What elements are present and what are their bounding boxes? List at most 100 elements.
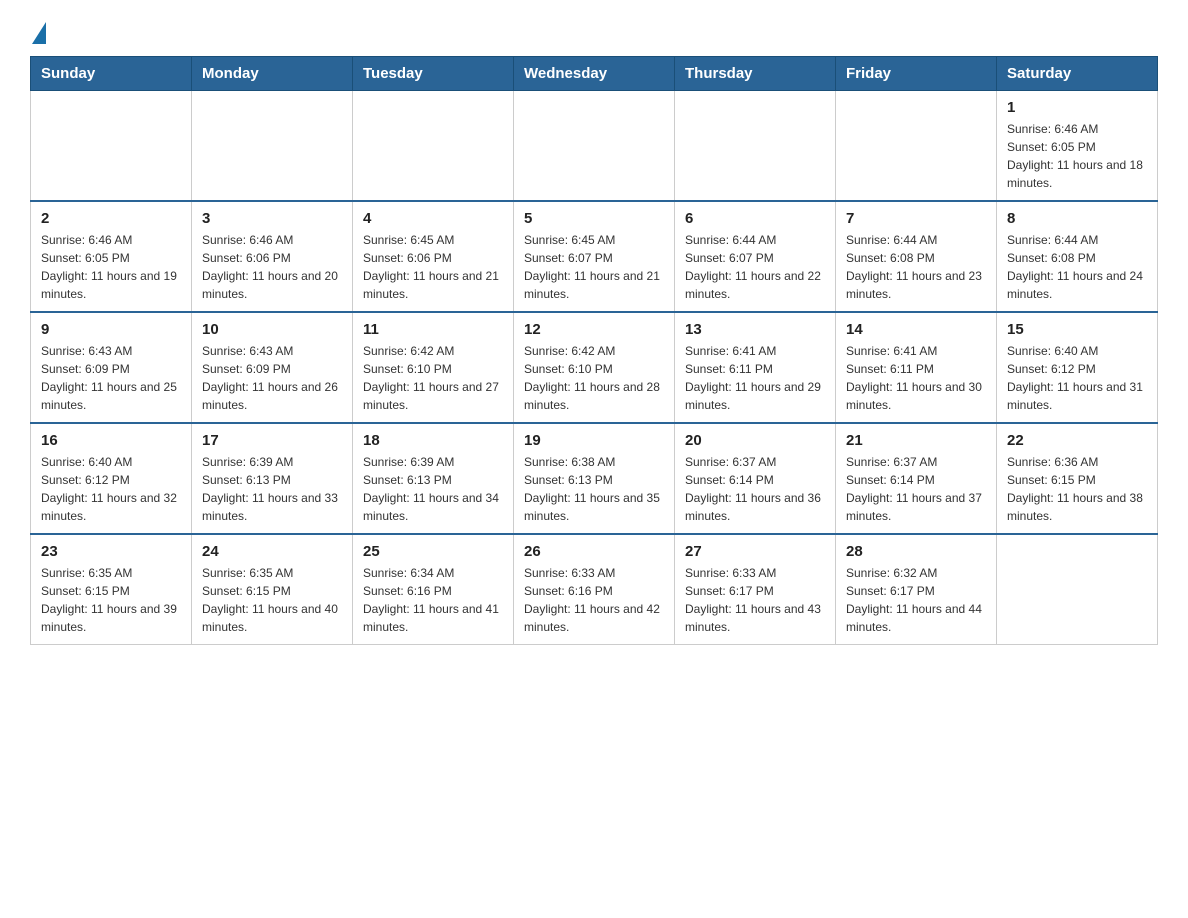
day-cell: 22 Sunrise: 6:36 AMSunset: 6:15 PMDayligh… bbox=[997, 423, 1158, 534]
day-cell: 14Sunrise: 6:41 AMSunset: 6:11 PMDayligh… bbox=[836, 312, 997, 423]
day-cell: 4 Sunrise: 6:45 AMSunset: 6:06 PMDaylight… bbox=[353, 201, 514, 312]
day-cell: 21 Sunrise: 6:37 AMSunset: 6:14 PMDayligh… bbox=[836, 423, 997, 534]
week-row-3: 9 Sunrise: 6:43 AMSunset: 6:09 PMDaylight… bbox=[31, 312, 1158, 423]
logo bbox=[30, 20, 46, 40]
day-info: Sunrise: 6:41 AMSunset: 6:11 PMDaylight:… bbox=[846, 342, 986, 414]
day-number: 7 bbox=[846, 210, 986, 227]
day-cell bbox=[31, 91, 192, 202]
day-number: 18 bbox=[363, 432, 503, 449]
day-number: 19 bbox=[524, 432, 664, 449]
day-cell: 28 Sunrise: 6:32 AMSunset: 6:17 PMDayligh… bbox=[836, 534, 997, 645]
day-cell bbox=[514, 91, 675, 202]
day-cell: 13 Sunrise: 6:41 AMSunset: 6:11 PMDayligh… bbox=[675, 312, 836, 423]
day-cell: 6 Sunrise: 6:44 AMSunset: 6:07 PMDaylight… bbox=[675, 201, 836, 312]
day-number: 21 bbox=[846, 432, 986, 449]
day-info: Sunrise: 6:39 AMSunset: 6:13 PMDaylight:… bbox=[363, 453, 503, 525]
day-number: 2 bbox=[41, 210, 181, 227]
day-number: 9 bbox=[41, 321, 181, 338]
day-info: Sunrise: 6:46 AMSunset: 6:06 PMDaylight:… bbox=[202, 231, 342, 303]
day-number: 10 bbox=[202, 321, 342, 338]
day-number: 24 bbox=[202, 543, 342, 560]
weekday-header-thursday: Thursday bbox=[675, 57, 836, 91]
day-number: 1 bbox=[1007, 99, 1147, 116]
day-info: Sunrise: 6:37 AMSunset: 6:14 PMDaylight:… bbox=[685, 453, 825, 525]
day-info: Sunrise: 6:45 AMSunset: 6:06 PMDaylight:… bbox=[363, 231, 503, 303]
day-cell: 20 Sunrise: 6:37 AMSunset: 6:14 PMDayligh… bbox=[675, 423, 836, 534]
day-cell: 18 Sunrise: 6:39 AMSunset: 6:13 PMDayligh… bbox=[353, 423, 514, 534]
day-info: Sunrise: 6:32 AMSunset: 6:17 PMDaylight:… bbox=[846, 564, 986, 636]
day-number: 6 bbox=[685, 210, 825, 227]
day-info: Sunrise: 6:36 AMSunset: 6:15 PMDaylight:… bbox=[1007, 453, 1147, 525]
day-info: Sunrise: 6:43 AMSunset: 6:09 PMDaylight:… bbox=[202, 342, 342, 414]
day-cell: 16 Sunrise: 6:40 AMSunset: 6:12 PMDayligh… bbox=[31, 423, 192, 534]
day-cell bbox=[353, 91, 514, 202]
day-number: 25 bbox=[363, 543, 503, 560]
day-number: 26 bbox=[524, 543, 664, 560]
day-info: Sunrise: 6:35 AMSunset: 6:15 PMDaylight:… bbox=[202, 564, 342, 636]
day-cell: 8 Sunrise: 6:44 AMSunset: 6:08 PMDaylight… bbox=[997, 201, 1158, 312]
day-info: Sunrise: 6:44 AMSunset: 6:08 PMDaylight:… bbox=[846, 231, 986, 303]
day-cell: 3 Sunrise: 6:46 AMSunset: 6:06 PMDaylight… bbox=[192, 201, 353, 312]
day-cell: 7 Sunrise: 6:44 AMSunset: 6:08 PMDaylight… bbox=[836, 201, 997, 312]
day-info: Sunrise: 6:40 AMSunset: 6:12 PMDaylight:… bbox=[1007, 342, 1147, 414]
day-info: Sunrise: 6:38 AMSunset: 6:13 PMDaylight:… bbox=[524, 453, 664, 525]
day-cell: 23Sunrise: 6:35 AMSunset: 6:15 PMDayligh… bbox=[31, 534, 192, 645]
day-info: Sunrise: 6:44 AMSunset: 6:07 PMDaylight:… bbox=[685, 231, 825, 303]
day-info: Sunrise: 6:37 AMSunset: 6:14 PMDaylight:… bbox=[846, 453, 986, 525]
day-number: 15 bbox=[1007, 321, 1147, 338]
weekday-header-saturday: Saturday bbox=[997, 57, 1158, 91]
day-cell: 26Sunrise: 6:33 AMSunset: 6:16 PMDayligh… bbox=[514, 534, 675, 645]
weekday-header-row: SundayMondayTuesdayWednesdayThursdayFrid… bbox=[31, 57, 1158, 91]
weekday-header-friday: Friday bbox=[836, 57, 997, 91]
day-number: 17 bbox=[202, 432, 342, 449]
day-cell bbox=[675, 91, 836, 202]
day-info: Sunrise: 6:42 AMSunset: 6:10 PMDaylight:… bbox=[363, 342, 503, 414]
day-number: 20 bbox=[685, 432, 825, 449]
day-cell: 19 Sunrise: 6:38 AMSunset: 6:13 PMDayligh… bbox=[514, 423, 675, 534]
day-info: Sunrise: 6:42 AMSunset: 6:10 PMDaylight:… bbox=[524, 342, 664, 414]
day-info: Sunrise: 6:43 AMSunset: 6:09 PMDaylight:… bbox=[41, 342, 181, 414]
day-info: Sunrise: 6:44 AMSunset: 6:08 PMDaylight:… bbox=[1007, 231, 1147, 303]
day-number: 28 bbox=[846, 543, 986, 560]
day-number: 27 bbox=[685, 543, 825, 560]
day-cell bbox=[192, 91, 353, 202]
day-number: 12 bbox=[524, 321, 664, 338]
day-cell: 15 Sunrise: 6:40 AMSunset: 6:12 PMDayligh… bbox=[997, 312, 1158, 423]
day-number: 16 bbox=[41, 432, 181, 449]
day-cell bbox=[836, 91, 997, 202]
logo-top bbox=[30, 20, 46, 44]
calendar-table: SundayMondayTuesdayWednesdayThursdayFrid… bbox=[30, 56, 1158, 645]
day-cell: 12 Sunrise: 6:42 AMSunset: 6:10 PMDayligh… bbox=[514, 312, 675, 423]
day-info: Sunrise: 6:39 AMSunset: 6:13 PMDaylight:… bbox=[202, 453, 342, 525]
day-info: Sunrise: 6:33 AMSunset: 6:17 PMDaylight:… bbox=[685, 564, 825, 636]
weekday-header-sunday: Sunday bbox=[31, 57, 192, 91]
day-number: 5 bbox=[524, 210, 664, 227]
day-info: Sunrise: 6:40 AMSunset: 6:12 PMDaylight:… bbox=[41, 453, 181, 525]
day-number: 11 bbox=[363, 321, 503, 338]
weekday-header-wednesday: Wednesday bbox=[514, 57, 675, 91]
day-cell: 27 Sunrise: 6:33 AMSunset: 6:17 PMDayligh… bbox=[675, 534, 836, 645]
day-cell: 9 Sunrise: 6:43 AMSunset: 6:09 PMDaylight… bbox=[31, 312, 192, 423]
day-info: Sunrise: 6:35 AMSunset: 6:15 PMDaylight:… bbox=[41, 564, 181, 636]
week-row-1: 1 Sunrise: 6:46 AMSunset: 6:05 PMDaylight… bbox=[31, 91, 1158, 202]
week-row-2: 2 Sunrise: 6:46 AMSunset: 6:05 PMDaylight… bbox=[31, 201, 1158, 312]
day-info: Sunrise: 6:45 AMSunset: 6:07 PMDaylight:… bbox=[524, 231, 664, 303]
day-info: Sunrise: 6:46 AMSunset: 6:05 PMDaylight:… bbox=[1007, 120, 1147, 192]
weekday-header-monday: Monday bbox=[192, 57, 353, 91]
day-info: Sunrise: 6:34 AMSunset: 6:16 PMDaylight:… bbox=[363, 564, 503, 636]
day-number: 22 bbox=[1007, 432, 1147, 449]
day-number: 3 bbox=[202, 210, 342, 227]
day-cell: 24 Sunrise: 6:35 AMSunset: 6:15 PMDayligh… bbox=[192, 534, 353, 645]
day-cell bbox=[997, 534, 1158, 645]
logo-triangle-icon bbox=[32, 22, 46, 44]
day-cell: 25 Sunrise: 6:34 AMSunset: 6:16 PMDayligh… bbox=[353, 534, 514, 645]
day-info: Sunrise: 6:41 AMSunset: 6:11 PMDaylight:… bbox=[685, 342, 825, 414]
day-cell: 17 Sunrise: 6:39 AMSunset: 6:13 PMDayligh… bbox=[192, 423, 353, 534]
day-number: 13 bbox=[685, 321, 825, 338]
day-number: 4 bbox=[363, 210, 503, 227]
day-cell: 11 Sunrise: 6:42 AMSunset: 6:10 PMDayligh… bbox=[353, 312, 514, 423]
day-number: 8 bbox=[1007, 210, 1147, 227]
day-info: Sunrise: 6:46 AMSunset: 6:05 PMDaylight:… bbox=[41, 231, 181, 303]
day-cell: 2 Sunrise: 6:46 AMSunset: 6:05 PMDaylight… bbox=[31, 201, 192, 312]
week-row-5: 23Sunrise: 6:35 AMSunset: 6:15 PMDayligh… bbox=[31, 534, 1158, 645]
